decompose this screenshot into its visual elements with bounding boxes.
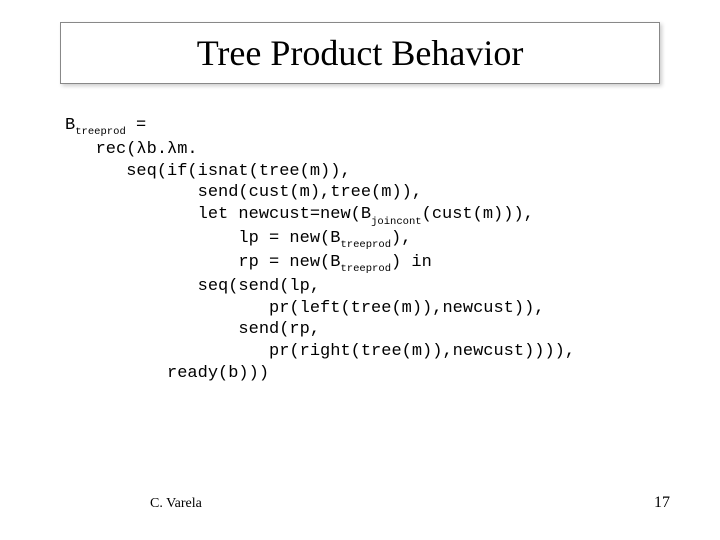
code-line-11: pr(right(tree(m)),newcust)))),	[65, 342, 575, 361]
code-line-1: Btreeprod =	[65, 116, 146, 135]
page-number: 17	[654, 494, 670, 512]
code-line-10: send(rp,	[65, 320, 320, 339]
treeprod-sub: treeprod	[75, 126, 126, 138]
slide-title: Tree Product Behavior	[197, 32, 524, 74]
title-box: Tree Product Behavior	[60, 22, 660, 84]
code-line-2: rec(λb.λm.	[65, 140, 198, 159]
code-block: Btreeprod = rec(λb.λm. seq(if(isnat(tree…	[65, 115, 575, 385]
code-line-6: lp = new(Btreeprod),	[65, 229, 411, 248]
l6-post: ),	[391, 229, 411, 248]
code-line-5: let newcust=new(Bjoincont(cust(m))),	[65, 205, 534, 224]
l7-pre: rp = new(B	[65, 253, 340, 272]
author: C. Varela	[150, 496, 202, 512]
b-symbol: B	[65, 116, 75, 135]
equals: =	[126, 116, 146, 135]
code-line-9: pr(left(tree(m)),newcust)),	[65, 299, 544, 318]
l5-pre: let newcust=new(B	[65, 205, 371, 224]
l5-post: (cust(m))),	[422, 205, 534, 224]
joincont-sub: joincont	[371, 216, 422, 228]
code-line-7: rp = new(Btreeprod) in	[65, 253, 432, 272]
code-line-12: ready(b)))	[65, 364, 269, 383]
treeprod-sub-3: treeprod	[340, 263, 391, 275]
l6-pre: lp = new(B	[65, 229, 340, 248]
code-line-8: seq(send(lp,	[65, 277, 320, 296]
code-line-3: seq(if(isnat(tree(m)),	[65, 162, 351, 181]
l7-post: ) in	[391, 253, 432, 272]
treeprod-sub-2: treeprod	[340, 239, 391, 251]
code-line-4: send(cust(m),tree(m)),	[65, 183, 422, 202]
